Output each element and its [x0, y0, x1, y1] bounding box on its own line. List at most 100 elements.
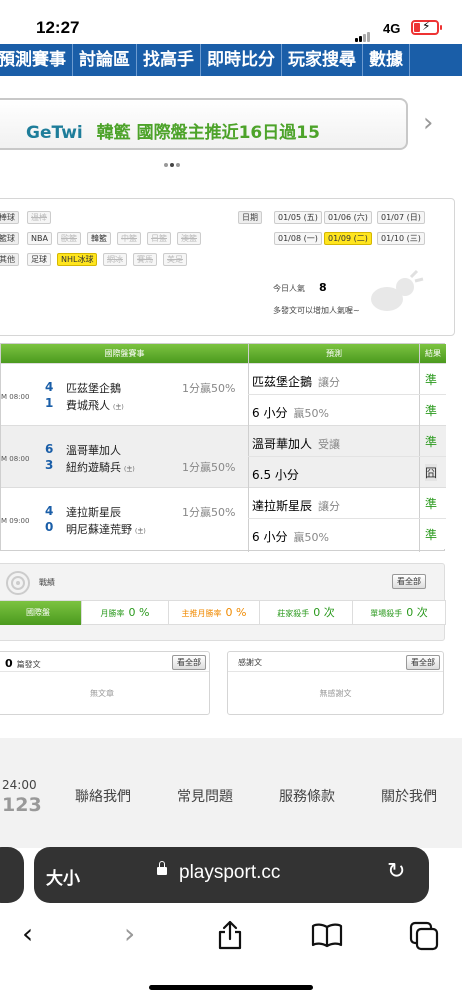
- date-tag[interactable]: 01/08 (一): [274, 232, 322, 245]
- filter-tag: 日籃: [147, 232, 171, 245]
- tabs-icon[interactable]: [408, 920, 440, 952]
- filter-row-label: 棒球: [0, 211, 19, 224]
- game-time: M 08:00: [1, 455, 30, 463]
- nav-item[interactable]: 即時比分: [201, 44, 282, 76]
- filter-tag: 網冰: [103, 253, 127, 266]
- row-divider: [248, 518, 446, 519]
- filter-tag[interactable]: NBA: [27, 232, 52, 245]
- thanks-box: 感謝文 看全部 無感謝文: [227, 651, 444, 715]
- date-tag[interactable]: 01/07 (日): [377, 211, 425, 224]
- filter-panel: 棒球 溫棒 籃球 NBA 歐籃 韓籃 中籃 日籃 澳籃 其他 足球 NHL冰球 網冰 賽馬 美足 日期 01/0…: [0, 198, 455, 336]
- result-mark: 囧: [425, 464, 438, 481]
- text-size-button[interactable]: 大小: [46, 864, 80, 889]
- prediction-note: 讓分: [318, 376, 341, 389]
- result-mark: 準: [425, 435, 438, 449]
- back-icon[interactable]: ‹: [22, 917, 33, 950]
- record-tab-value: 0 次: [313, 606, 335, 619]
- mascot-illustration: [371, 269, 424, 311]
- away-team[interactable]: 匹茲堡企鵝: [66, 380, 121, 396]
- record-tab-label: 月勝率: [100, 609, 125, 618]
- footer-link-terms[interactable]: 服務條款: [279, 786, 335, 806]
- result-mark: 準: [425, 497, 438, 511]
- url-text[interactable]: playsport.cc: [179, 862, 280, 884]
- address-bar[interactable]: 大小 playsport.cc ↻: [34, 847, 429, 903]
- footer-link-about[interactable]: 關於我們: [381, 786, 437, 806]
- home-tag: (主): [113, 404, 124, 411]
- away-team[interactable]: 達拉斯星辰: [66, 504, 121, 520]
- handicap-line: 1分贏50%: [182, 506, 236, 519]
- forward-icon[interactable]: ›: [124, 917, 135, 950]
- prediction-text: 匹茲堡企鵝: [252, 375, 313, 389]
- filter-tag: 溫棒: [27, 211, 51, 224]
- reload-icon[interactable]: ↻: [387, 859, 405, 884]
- result-mark: 準: [425, 404, 438, 418]
- filter-tag[interactable]: 韓籃: [87, 232, 111, 245]
- filter-tag: 中籃: [117, 232, 141, 245]
- away-score: 4: [45, 380, 54, 394]
- prediction-pick: 溫哥華加人 受讓: [252, 435, 340, 452]
- record-tab[interactable]: 主推月勝率 0 %: [169, 601, 260, 625]
- chevron-right-icon[interactable]: ›: [423, 108, 433, 138]
- page-footer: 24:00 123 聯絡我們 常見問題 服務條款 關於我們: [0, 738, 462, 848]
- thanks-view-all-button[interactable]: 看全部: [406, 655, 440, 670]
- home-score: 3: [45, 458, 54, 472]
- home-team[interactable]: 明尼蘇達荒野 (主): [66, 521, 146, 537]
- home-team[interactable]: 紐約遊騎兵 (主): [66, 459, 135, 475]
- share-icon[interactable]: [215, 919, 245, 951]
- date-tag[interactable]: 01/06 (六): [324, 211, 372, 224]
- articles-box: 0 篇發文 看全部 無文章: [0, 651, 210, 715]
- record-tab-label: 單場殺手: [370, 609, 403, 618]
- date-tag[interactable]: 01/09 (二): [324, 232, 372, 245]
- footer-link-contact[interactable]: 聯絡我們: [75, 786, 131, 806]
- date-tag[interactable]: 01/10 (三): [377, 232, 425, 245]
- footer-link-faq[interactable]: 常見問題: [177, 786, 233, 806]
- handicap-line: 1分贏50%: [182, 382, 236, 395]
- record-tab-label: 莊家殺手: [277, 609, 310, 618]
- banner-text[interactable]: GeTwi 韓籃 國際盤主推近16日過15: [26, 118, 320, 143]
- record-tab[interactable]: 月勝率 0 %: [82, 601, 169, 625]
- articles-view-all-button[interactable]: 看全部: [172, 655, 206, 670]
- filter-tag[interactable]: 足球: [27, 253, 51, 266]
- record-tab[interactable]: 國際盤: [0, 601, 82, 625]
- home-team-name: 紐約遊騎兵: [66, 461, 121, 474]
- nav-item[interactable]: 預測賽事: [0, 44, 73, 76]
- game-time: M 08:00: [1, 393, 30, 401]
- home-team[interactable]: 費城飛人 (主): [66, 397, 124, 413]
- table-divider: [419, 344, 420, 552]
- previous-tab-preview[interactable]: [0, 847, 24, 903]
- home-indicator: [149, 985, 313, 990]
- nav-item[interactable]: 玩家搜尋: [282, 44, 363, 76]
- filter-row-label: 籃球: [0, 232, 19, 245]
- promo-banner[interactable]: GeTwi 韓籃 國際盤主推近16日過15: [0, 98, 408, 150]
- record-view-all-button[interactable]: 看全部: [392, 574, 426, 589]
- record-tab[interactable]: 莊家殺手 0 次: [260, 601, 353, 625]
- prediction-note: 贏50%: [293, 407, 329, 420]
- record-tab-value: 0 %: [225, 606, 247, 619]
- record-tab[interactable]: 單場殺手 0 次: [353, 601, 446, 625]
- record-tab-label: 國際盤: [26, 608, 50, 617]
- date-tag[interactable]: 01/05 (五): [274, 211, 322, 224]
- nav-item[interactable]: 數據: [363, 44, 410, 76]
- service-phone: 123: [2, 794, 42, 816]
- nav-item[interactable]: 找高手: [137, 44, 201, 76]
- away-score: 6: [45, 442, 54, 456]
- home-team-name: 明尼蘇達荒野: [66, 523, 132, 536]
- text-size-label: 大小: [46, 869, 80, 889]
- prediction-pick: 6 小分 贏50%: [252, 404, 329, 421]
- away-team[interactable]: 溫哥華加人: [66, 442, 121, 458]
- nav-item[interactable]: 討論區: [73, 44, 137, 76]
- prediction-text: 6.5 小分: [252, 468, 299, 482]
- service-hours: 24:00: [2, 778, 37, 792]
- filter-tag[interactable]: NHL冰球: [57, 253, 98, 266]
- home-team-name: 費城飛人: [66, 399, 110, 412]
- result-mark: 準: [425, 373, 438, 387]
- record-tabs: 國際盤 月勝率 0 % 主推月勝率 0 % 莊家殺手 0 次單場殺手 0 次: [0, 600, 446, 625]
- articles-label: 篇發文: [16, 660, 41, 669]
- home-tag: (主): [135, 528, 146, 535]
- lock-icon: [157, 861, 167, 875]
- bookmarks-icon[interactable]: [310, 921, 344, 949]
- row-divider: [248, 456, 446, 457]
- main-nav: 預測賽事 討論區 找高手 即時比分 玩家搜尋 數據: [0, 44, 462, 76]
- result-mark: 準: [425, 528, 438, 542]
- network-type: 4G: [383, 21, 401, 36]
